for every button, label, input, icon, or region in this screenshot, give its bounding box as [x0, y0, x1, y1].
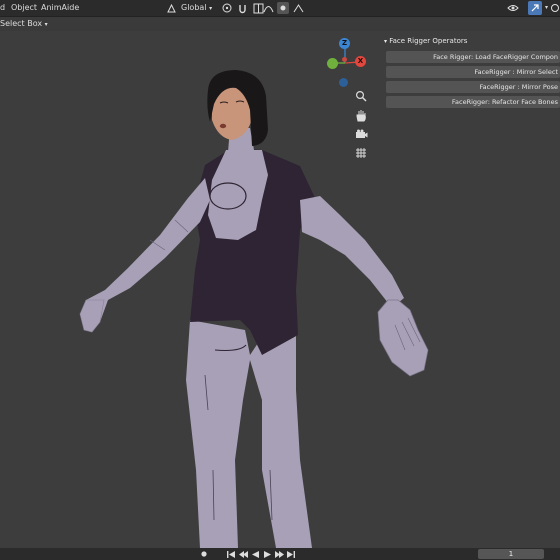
axis-neg-x-icon[interactable]: [342, 57, 347, 62]
tool-settings-bar: Select Box ▾: [0, 17, 560, 31]
hand-pan-icon[interactable]: [353, 107, 369, 123]
axis-neg-z-icon[interactable]: [339, 78, 348, 87]
face-rigger-panel: ▾ Face Rigger Operators Face Rigger: Loa…: [380, 34, 560, 116]
chevron-down-icon: ▾: [384, 38, 388, 45]
menu-item-animaide[interactable]: AnimAide: [41, 0, 79, 16]
timeline-bar: 1: [0, 548, 560, 560]
refactor-face-bones-button[interactable]: FaceRigger: Refactor Face Bones: [386, 96, 560, 108]
select-mode-dropdown[interactable]: Select Box ▾: [0, 17, 48, 32]
menu-item-edit-partial[interactable]: d: [0, 0, 5, 16]
mirror-select-button[interactable]: FaceRigger : Mirror Select: [386, 66, 560, 78]
axis-z-icon[interactable]: Z: [339, 38, 350, 49]
mirror-pose-button[interactable]: FaceRigger : Mirror Pose: [386, 81, 560, 93]
record-icon[interactable]: [200, 550, 208, 558]
proportional-edit-icon[interactable]: [262, 2, 274, 14]
current-frame-field[interactable]: 1: [478, 549, 544, 559]
panel-header[interactable]: ▾ Face Rigger Operators: [380, 34, 560, 48]
axis-y-icon[interactable]: [327, 58, 338, 69]
prev-keyframe-icon[interactable]: [238, 550, 248, 558]
transform-orientation-select[interactable]: Global ▾: [181, 0, 212, 17]
load-facerigger-components-button[interactable]: Face Rigger: Load FaceRigger Compon: [386, 51, 560, 63]
falloff-icon[interactable]: [292, 2, 304, 14]
play-reverse-icon[interactable]: [250, 550, 260, 558]
play-icon[interactable]: [262, 550, 272, 558]
overlays-icon[interactable]: [550, 2, 560, 14]
visibility-icon[interactable]: [506, 2, 520, 14]
chevron-down-icon: ▾: [209, 5, 213, 12]
chevron-down-icon[interactable]: ▾: [545, 0, 548, 16]
jump-start-icon[interactable]: [226, 550, 236, 558]
navigation-gizmo[interactable]: Z X: [320, 34, 370, 92]
pivot-point-icon[interactable]: [220, 2, 234, 14]
transform-orientation-icon[interactable]: [165, 2, 177, 14]
next-keyframe-icon[interactable]: [274, 550, 284, 558]
overlay-toggle-icon[interactable]: [277, 2, 289, 14]
axis-x-icon[interactable]: X: [355, 56, 366, 67]
zoom-icon[interactable]: [353, 88, 369, 104]
jump-end-icon[interactable]: [286, 550, 296, 558]
camera-icon[interactable]: [353, 126, 369, 142]
panel-title: Face Rigger Operators: [389, 37, 468, 45]
header-bar: d Object AnimAide Global ▾ ▾: [0, 0, 560, 17]
grid-ortho-icon[interactable]: [353, 145, 369, 161]
snapping-icon[interactable]: [236, 2, 248, 14]
chevron-down-icon: ▾: [44, 21, 48, 28]
menu-item-object[interactable]: Object: [11, 0, 37, 16]
gizmo-toggle-icon[interactable]: [528, 1, 542, 15]
